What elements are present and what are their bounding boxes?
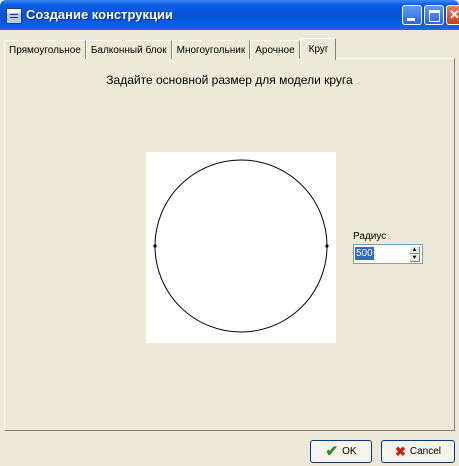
circle-outline xyxy=(154,159,328,333)
radius-value[interactable]: 500 xyxy=(355,247,374,260)
spin-buttons: ▲ ▼ xyxy=(409,246,420,262)
window-title: Создание конструкции xyxy=(26,7,173,22)
title-bar[interactable]: Создание конструкции xyxy=(0,0,459,30)
cancel-label: Cancel xyxy=(409,446,442,457)
radius-label: Радиус xyxy=(353,231,387,242)
circle-preview-drawing xyxy=(153,159,329,333)
circle-preview xyxy=(146,152,336,343)
app-icon xyxy=(6,8,22,24)
check-icon: ✔ xyxy=(325,443,339,460)
ok-label: OK xyxy=(342,446,357,457)
close-button[interactable] xyxy=(446,5,459,25)
maximize-button[interactable] xyxy=(424,5,444,25)
tab-rectangular[interactable]: Прямоугольное xyxy=(4,40,86,59)
tab-balcony-block[interactable]: Балконный блок xyxy=(85,40,172,59)
cancel-button[interactable]: ✖ Cancel xyxy=(381,440,455,463)
tab-polygon[interactable]: Многоугольник xyxy=(171,40,251,59)
cross-icon: ✖ xyxy=(394,444,406,459)
circle-right-handle xyxy=(325,244,329,248)
prompt-text: Задайте основной размер для модели круга xyxy=(106,73,353,87)
ok-button[interactable]: ✔ OK xyxy=(310,440,372,463)
minimize-button[interactable] xyxy=(402,5,422,25)
radius-spin-field[interactable]: 500 ▲ ▼ xyxy=(353,244,423,264)
tab-arched[interactable]: Арочное xyxy=(250,40,300,59)
spin-down-icon[interactable]: ▼ xyxy=(409,254,420,262)
tab-strip: Прямоугольное Балконный блок Многоугольн… xyxy=(4,37,336,60)
tab-circle[interactable]: Круг xyxy=(299,38,336,60)
circle-left-handle xyxy=(153,244,157,248)
spin-up-icon[interactable]: ▲ xyxy=(409,246,420,254)
